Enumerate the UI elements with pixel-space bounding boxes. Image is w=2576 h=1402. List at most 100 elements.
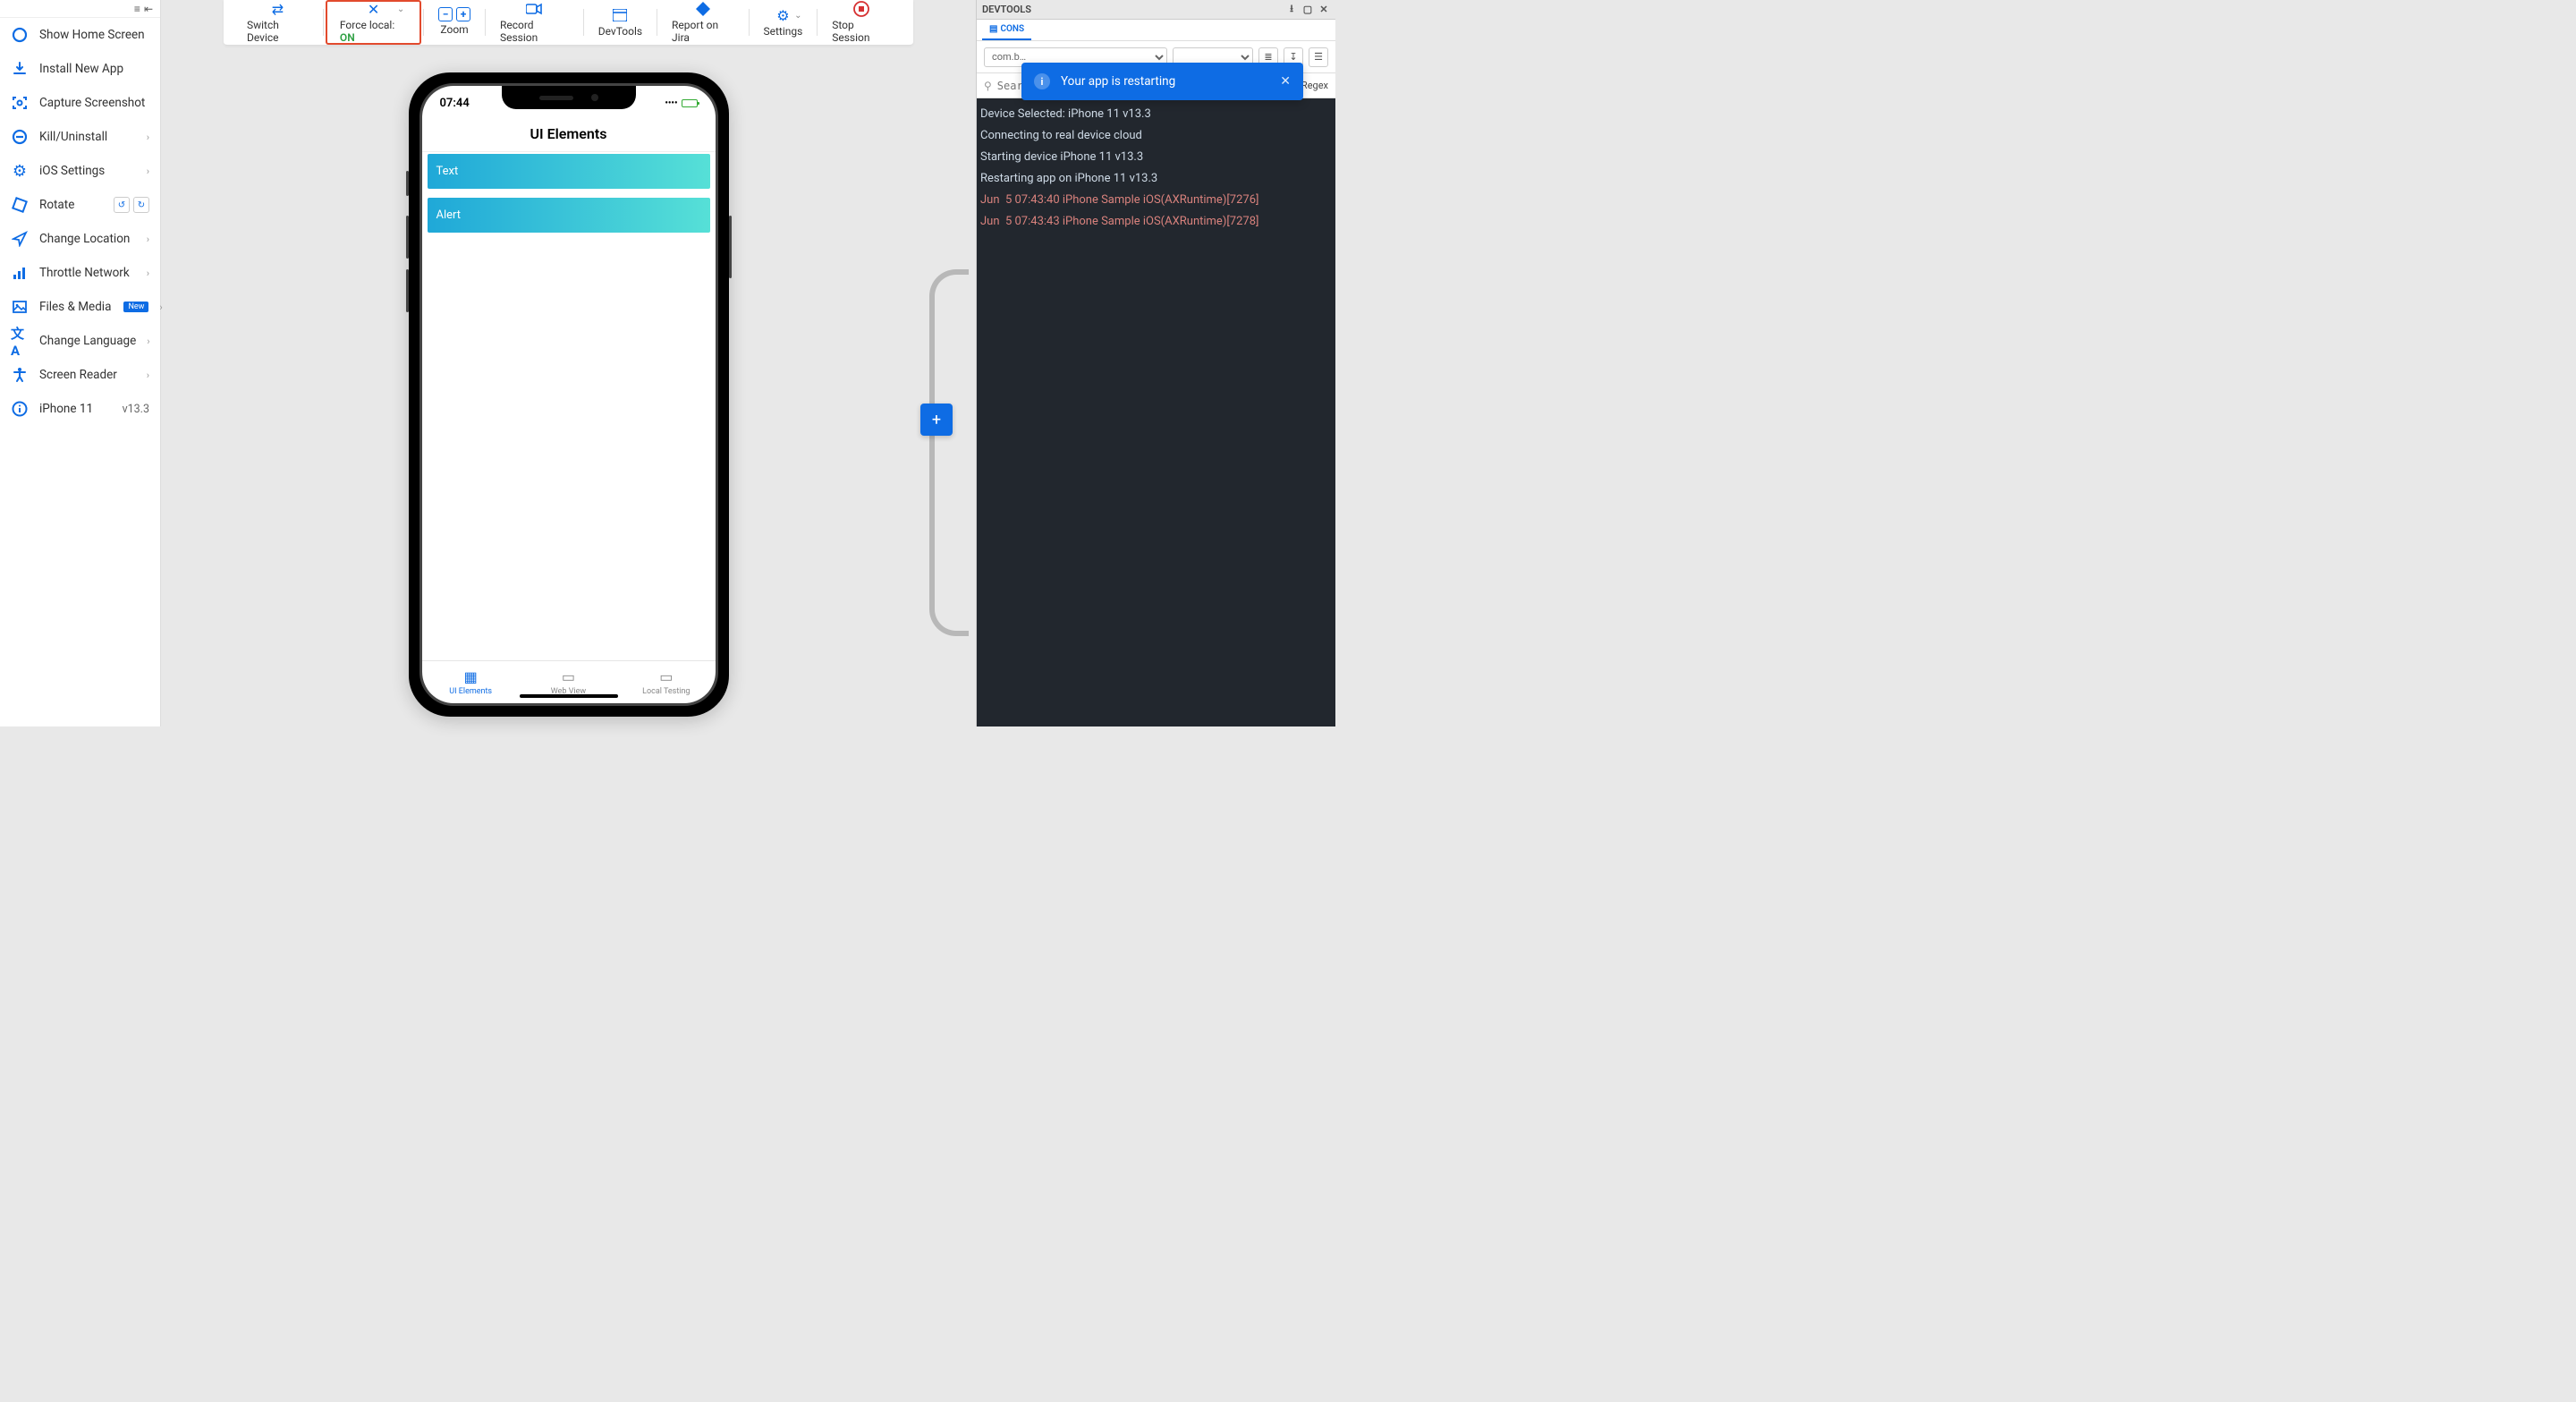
download-icon[interactable]: ⭳	[1285, 4, 1298, 16]
tab-label: Local Testing	[642, 687, 690, 696]
sidebar-item-show-home-screen[interactable]: Show Home Screen	[0, 18, 160, 52]
sidebar-item-capture-screenshot[interactable]: Capture Screenshot	[0, 86, 160, 120]
chevron-right-icon: ›	[147, 336, 149, 347]
chevron-right-icon: ›	[147, 132, 149, 143]
gear-icon: ⚙⌄	[776, 7, 789, 23]
close-icon[interactable]: ✕	[1318, 4, 1330, 16]
log-line: Jun 5 07:43:43 iPhone Sample iOS(AXRunti…	[980, 211, 1332, 233]
shuffle-icon: ✕⌄	[368, 1, 379, 17]
signal-icon: ••••	[665, 98, 677, 108]
sidebar-item-change-location[interactable]: Change Location ›	[0, 222, 160, 256]
navigate-icon	[11, 230, 29, 248]
list-icon[interactable]: ☰	[1309, 47, 1328, 67]
tab-local-testing[interactable]: ▭ Local Testing	[617, 661, 715, 703]
maximize-icon[interactable]: ▢	[1301, 4, 1314, 16]
toast-message: Your app is restarting	[1061, 74, 1269, 89]
settings-label: Settings	[763, 25, 802, 38]
gear-icon: ⚙	[11, 162, 29, 180]
sidebar-item-files-media[interactable]: Files & MediaNew›	[0, 290, 160, 324]
report-label: Report on Jira	[672, 19, 734, 44]
sidebar-item-label: Change Language	[39, 334, 136, 348]
tab-icon: ▭	[562, 668, 575, 685]
device-version: v13.3	[123, 403, 149, 416]
menu-icon[interactable]: ≡	[134, 3, 140, 15]
sidebar-item-rotate[interactable]: Rotate ↺↻	[0, 188, 160, 222]
capture-icon	[11, 94, 29, 112]
chevron-down-icon: ⌄	[397, 4, 404, 14]
devtools-button[interactable]: DevTools	[586, 0, 655, 45]
log-line: Starting device iPhone 11 v13.3	[980, 147, 1332, 168]
phone-screen[interactable]: 07:44 •••• UI Elements Text Alert ▦ UI Ele…	[422, 86, 716, 703]
tab-console[interactable]: ▤CONS	[982, 20, 1031, 40]
devtools-header: DEVTOOLS ⭳ ▢ ✕	[977, 0, 1335, 20]
tab-icon: ▭	[659, 668, 673, 685]
toolbar: ⇄ Switch Device ✕⌄ Force local: ON − + Z…	[224, 0, 913, 46]
window-icon	[613, 7, 627, 23]
video-icon	[526, 1, 542, 17]
phone-frame: 07:44 •••• UI Elements Text Alert ▦ UI Ele…	[409, 72, 729, 717]
devtools-logs[interactable]: Device Selected: iPhone 11 v13.3Connecti…	[977, 98, 1335, 726]
force-local-state: ON	[340, 31, 355, 44]
chevron-down-icon: ⌄	[794, 11, 801, 21]
zoom-button[interactable]: − + Zoom	[426, 0, 483, 45]
sidebar-item-throttle-network[interactable]: Throttle Network›	[0, 256, 160, 290]
rotate-icon	[11, 196, 29, 214]
devtools-panel: DEVTOOLS ⭳ ▢ ✕ ▤CONS com.b… ≣ ↧ ☰ i Your…	[976, 0, 1335, 726]
device-preview: + 07:44 ••••	[161, 46, 976, 726]
zoom-label: Zoom	[440, 23, 468, 36]
sidebar-item-install-new-app[interactable]: Install New App	[0, 52, 160, 86]
force-local-button[interactable]: ✕⌄ Force local: ON	[326, 0, 421, 45]
info-icon	[11, 400, 29, 418]
sidebar-item-ios-settings[interactable]: ⚙ iOS Settings ›	[0, 154, 160, 188]
sidebar-item-label: Change Location	[39, 232, 136, 246]
circle-icon	[11, 26, 29, 44]
phone-notch	[502, 86, 636, 109]
chevron-right-icon: ›	[147, 268, 149, 279]
force-local-label: Force local:	[340, 19, 394, 31]
tab-label: UI Elements	[449, 687, 492, 696]
app-row-alert[interactable]: Alert	[428, 198, 710, 233]
devtools-label: DevTools	[598, 25, 642, 38]
sidebar-item-screen-reader[interactable]: Screen Reader ›	[0, 358, 160, 392]
log-line: Connecting to real device cloud	[980, 125, 1332, 147]
sidebar-item-iphone-11[interactable]: iPhone 11 v13.3	[0, 392, 160, 426]
log-line: Device Selected: iPhone 11 v13.3	[980, 104, 1332, 125]
report-jira-button[interactable]: Report on Jira	[659, 0, 747, 45]
add-fab-button[interactable]: +	[920, 404, 953, 436]
sidebar-item-kill-uninstall[interactable]: Kill/Uninstall ›	[0, 120, 160, 154]
rotate-cw-button[interactable]: ↻	[133, 197, 149, 213]
image-icon	[11, 298, 29, 316]
sidebar-item-label: Screen Reader	[39, 368, 136, 382]
zoom-in-button[interactable]: +	[456, 7, 470, 21]
sidebar-item-label: iOS Settings	[39, 164, 136, 178]
console-icon: ▤	[989, 24, 997, 34]
record-session-button[interactable]: Record Session	[487, 0, 581, 45]
close-icon[interactable]: ✕	[1280, 74, 1291, 89]
tab-ui-elements[interactable]: ▦ UI Elements	[422, 661, 520, 703]
main-area: ⇄ Switch Device ✕⌄ Force local: ON − + Z…	[161, 0, 976, 726]
sidebar-item-label: Rotate	[39, 198, 103, 212]
switch-device-button[interactable]: ⇄ Switch Device	[234, 0, 321, 45]
switch-device-label: Switch Device	[247, 19, 309, 44]
sidebar-item-change-language[interactable]: 文AChange Language›	[0, 324, 160, 358]
chevron-right-icon: ›	[147, 234, 149, 245]
sidebar-item-label: Files & Media	[39, 300, 111, 314]
settings-button[interactable]: ⚙⌄ Settings	[750, 0, 815, 45]
home-indicator	[520, 694, 618, 698]
rotate-ccw-button[interactable]: ↺	[114, 197, 130, 213]
app-row-text[interactable]: Text	[428, 154, 710, 189]
info-icon: i	[1034, 73, 1050, 89]
sidebar-item-label: Capture Screenshot	[39, 96, 149, 110]
status-time: 07:44	[440, 97, 470, 110]
chevron-right-icon: ›	[147, 166, 149, 177]
chevron-right-icon: ›	[147, 370, 149, 381]
collapse-icon[interactable]: ⇤	[144, 3, 153, 15]
stop-session-button[interactable]: Stop Session	[819, 0, 902, 45]
zoom-out-button[interactable]: −	[438, 7, 453, 21]
sidebar-item-label: iPhone 11	[39, 402, 112, 416]
sidebar-item-label: Kill/Uninstall	[39, 130, 136, 144]
tab-icon: ▦	[464, 668, 478, 685]
stop-icon	[853, 1, 869, 17]
bars-icon	[11, 264, 29, 282]
accessibility-icon	[11, 366, 29, 384]
